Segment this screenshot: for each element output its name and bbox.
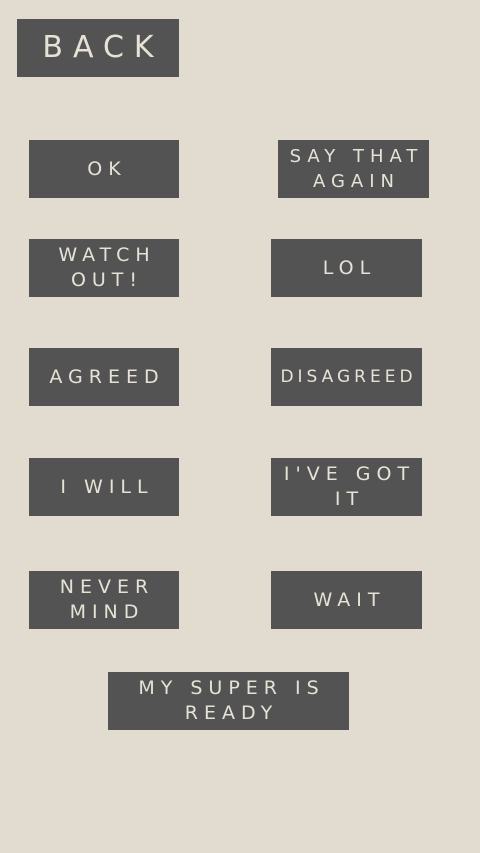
watch-out-button-label: WATCH OUT! [58,244,156,291]
never-mind-button-label: NEVER MIND [59,576,155,623]
lol-button-label: LOL [322,256,377,279]
say-that-again-button-label: SAY THAT AGAIN [289,146,424,192]
i-will-button[interactable]: I WILL [29,458,179,516]
back-button-label: BACK [42,30,164,65]
wait-button-label: WAIT [313,588,386,611]
lol-button[interactable]: LOL [271,239,422,297]
wait-button[interactable]: WAIT [271,571,422,629]
my-super-is-ready-button-label: MY SUPER IS READY [138,677,325,724]
back-button[interactable]: BACK [17,19,179,77]
my-super-is-ready-button[interactable]: MY SUPER IS READY [108,672,349,730]
ok-button-label: OK [87,157,127,180]
i-will-button-label: I WILL [60,475,154,498]
watch-out-button[interactable]: WATCH OUT! [29,239,179,297]
ive-got-it-button[interactable]: I'VE GOT IT [271,458,422,516]
agreed-button[interactable]: AGREED [29,348,179,406]
disagreed-button[interactable]: DISAGREED [271,348,422,406]
say-that-again-button[interactable]: SAY THAT AGAIN [278,140,429,198]
agreed-button-label: AGREED [49,365,165,388]
disagreed-button-label: DISAGREED [280,366,417,387]
never-mind-button[interactable]: NEVER MIND [29,571,179,629]
ok-button[interactable]: OK [29,140,179,198]
ive-got-it-button-label: I'VE GOT IT [283,463,416,510]
